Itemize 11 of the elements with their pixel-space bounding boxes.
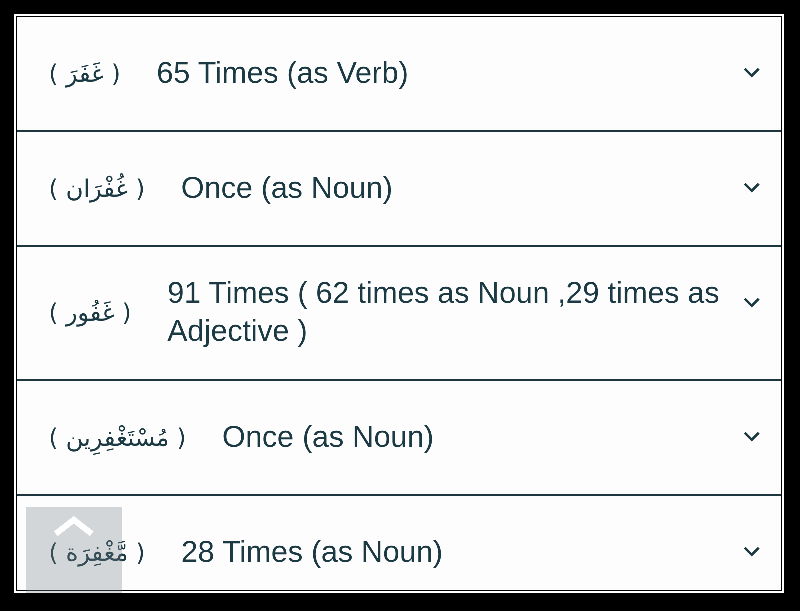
arabic-word: ( مُسْتَغْفِرِين ) [49,420,186,456]
arabic-word: ( غَفَرَ ) [49,58,121,90]
arabic-word: ( غُفْرَان ) [49,172,146,205]
occurrence-text: 65 Times (as Verb) [156,56,410,92]
occurrence-text: Once (as Noun) [181,170,394,206]
occurrence-text: 28 Times (as Noun) [181,534,444,570]
arabic-word: ( غَفُور ) [49,298,132,329]
arabic-word: ( مَّغْفِرَة ) [49,538,146,569]
occurrence-text: Once (as Noun) [222,420,436,456]
occurrence-text: 91 Times ( 62 times as Noun ,29 times as Adjective ) [168,276,721,350]
chevron-up-icon [52,515,96,537]
